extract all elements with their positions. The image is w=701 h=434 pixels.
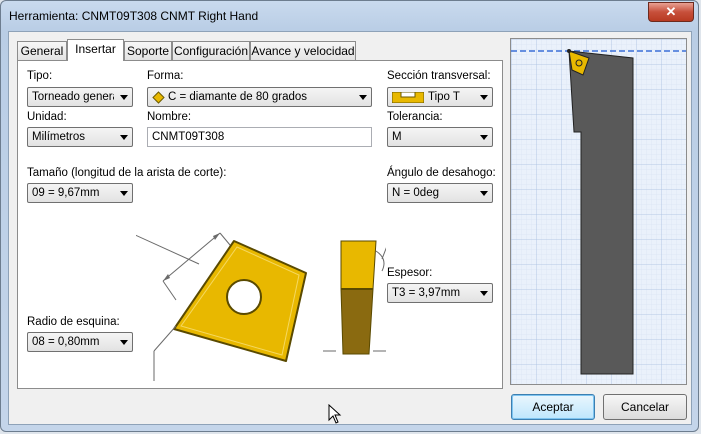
unidad-value: Milímetros [32,131,86,143]
tamano-dropdown[interactable]: 09 = 9,67mm [27,183,133,203]
tamano-label: Tamaño (longitud de la arista de corte): [27,167,227,179]
chevron-down-icon [120,340,128,345]
tipo-label: Tipo: [27,70,53,82]
radio-dropdown[interactable]: 08 = 0,80mm [27,332,133,352]
radius-leader-line [153,325,177,352]
arrowhead [163,274,170,281]
tab-configuracion[interactable]: Configuración [172,41,250,60]
tab-insertar[interactable]: Insertar [67,39,124,61]
tolerancia-label: Tolerancia: [387,111,443,123]
dialog-client-area: General Insertar Soporte Configuración A… [8,31,692,425]
tamano-value: 09 = 9,67mm [32,187,100,199]
forma-value: C = diamante de 80 grados [168,91,308,103]
forma-label: Forma: [147,70,184,82]
chevron-down-icon [120,191,128,196]
size-leader-line [136,234,200,265]
tolerancia-value: M [392,131,402,143]
chevron-down-icon [120,135,128,140]
window-title: Herramienta: CNMT09T308 CNMT Right Hand [9,9,259,23]
chevron-down-icon [480,191,488,196]
cross-section-icon [392,92,424,103]
chevron-down-icon [359,95,367,100]
chevron-down-icon [480,135,488,140]
nombre-input[interactable]: CNMT09T308 [147,127,372,147]
close-button[interactable]: ✕ [648,2,694,22]
angulo-value: N = 0deg [392,187,439,199]
diamond-shape-icon [152,91,165,104]
angulo-label: Ángulo de desahogo: [387,167,496,179]
radio-label: Radio de esquina: [27,316,120,328]
tool-preview-canvas [511,39,686,384]
insert-hole [226,279,262,315]
seccion-label: Sección transversal: [387,70,491,82]
espesor-dropdown[interactable]: T3 = 3,97mm [387,283,493,303]
espesor-value: T3 = 3,97mm [392,287,461,299]
tab-soporte[interactable]: Soporte [124,41,172,60]
chevron-down-icon [480,291,488,296]
title-bar[interactable]: Herramienta: CNMT09T308 CNMT Right Hand … [1,1,698,31]
arrowhead [213,233,220,240]
forma-dropdown[interactable]: C = diamante de 80 grados [147,87,372,107]
tool-preview-pane [510,38,687,385]
mouse-cursor-icon [328,404,342,424]
tool-tip-point [567,49,571,53]
seccion-dropdown[interactable]: Tipo T [387,87,493,107]
relief-angle-arc [375,250,385,272]
insert-tab-panel: Tipo: Torneado genera Forma: C = diamant… [17,60,503,389]
seccion-value: Tipo T [428,91,460,103]
insert-diagram [136,232,386,381]
aceptar-button[interactable]: Aceptar [511,394,595,420]
tipo-value: Torneado genera [32,91,114,103]
insert-side-view-bottom [340,288,374,355]
angulo-dropdown[interactable]: N = 0deg [387,183,493,203]
espesor-label: Espesor: [387,267,433,279]
cancelar-button[interactable]: Cancelar [603,394,687,420]
unidad-label: Unidad: [27,111,67,123]
chevron-down-icon [120,95,128,100]
insert-side-view-top [340,240,377,290]
chevron-down-icon [480,95,488,100]
size-ext-line [162,280,177,301]
radio-value: 08 = 0,80mm [32,336,100,348]
relief-leader-line [381,247,386,260]
tab-avance-velocidad[interactable]: Avance y velocidad [250,41,356,60]
nombre-label: Nombre: [147,111,192,123]
tool-dialog-window: Herramienta: CNMT09T308 CNMT Right Hand … [0,0,699,432]
close-icon: ✕ [665,4,677,19]
tipo-dropdown[interactable]: Torneado genera [27,87,133,107]
unidad-dropdown[interactable]: Milímetros [27,127,133,147]
tolerancia-dropdown[interactable]: M [387,127,493,147]
tab-general[interactable]: General [17,41,67,60]
